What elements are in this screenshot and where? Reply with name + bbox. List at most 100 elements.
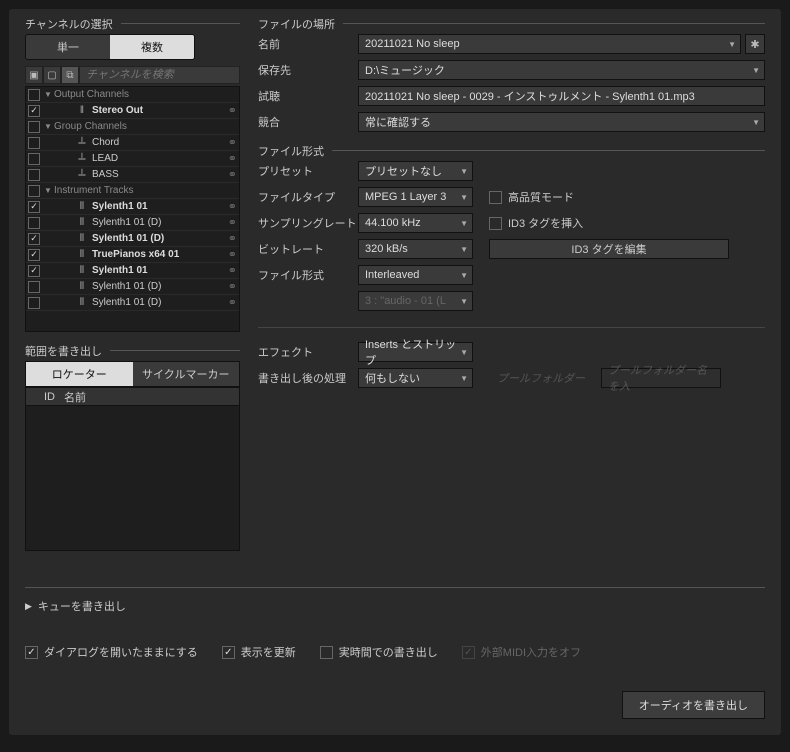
effect-dropdown[interactable]: Inserts とストリップ <box>358 342 473 362</box>
track-label: Sylenth1 01 (D) <box>92 233 226 244</box>
tree-track-row[interactable]: ⦀TruePianos x64 01⚭ <box>26 247 239 263</box>
ext-midi-label: 外部MIDI入力をオフ <box>481 644 581 660</box>
channel-link-icon[interactable]: ⚭ <box>228 136 237 149</box>
link-icon[interactable]: ⧉ <box>61 66 79 84</box>
expand-all-icon[interactable]: ▣ <box>25 66 43 84</box>
expand-icon[interactable]: ▼ <box>44 122 54 131</box>
channel-link-icon[interactable]: ⚭ <box>228 264 237 277</box>
name-dropdown[interactable]: 20211021 No sleep <box>358 34 741 54</box>
tree-track-row[interactable]: ⦀Sylenth1 01⚭ <box>26 199 239 215</box>
file-format-title: ファイル形式 <box>258 143 332 159</box>
range-export-title: 範囲を書き出し <box>25 343 110 359</box>
save-path-dropdown[interactable]: D:\ミュージック <box>358 60 765 80</box>
id3-insert-label: ID3 タグを挿入 <box>508 215 583 231</box>
track-icon: ⦀ <box>75 265 89 276</box>
tab-single[interactable]: 単一 <box>26 35 110 59</box>
track-icon: 𝍦 <box>75 166 89 183</box>
expand-icon[interactable]: ▼ <box>44 90 54 99</box>
tab-locator[interactable]: ロケーター <box>26 362 133 386</box>
queue-expand-icon[interactable]: ▶ <box>25 601 32 612</box>
track-checkbox[interactable] <box>28 233 40 245</box>
track-checkbox[interactable] <box>28 89 40 101</box>
filetype-label: ファイルタイプ <box>258 189 358 205</box>
tree-track-row[interactable]: 𝍦Chord⚭ <box>26 135 239 151</box>
tree-track-row[interactable]: ‖Stereo Out⚭ <box>26 103 239 119</box>
channel-link-icon[interactable]: ⚭ <box>228 200 237 213</box>
queue-section: ▶ キューを書き出し <box>25 587 765 614</box>
track-checkbox[interactable] <box>28 105 40 117</box>
tree-track-row[interactable]: ⦀Sylenth1 01⚭ <box>26 263 239 279</box>
audio-ext-dropdown[interactable]: 3 : "audio - 01 (L <box>358 291 473 311</box>
tree-group-row[interactable]: ▼Instrument Tracks <box>26 183 239 199</box>
track-label: Sylenth1 01 <box>92 201 226 212</box>
save-label: 保存先 <box>258 62 358 78</box>
track-icon: ⦀ <box>75 281 89 292</box>
export-audio-button[interactable]: オーディオを書き出し <box>622 691 765 719</box>
track-icon: ⦀ <box>75 201 89 212</box>
id3-insert-checkbox[interactable] <box>489 217 502 230</box>
channel-link-icon[interactable]: ⚭ <box>228 296 237 309</box>
bottom-options: ダイアログを開いたままにする 表示を更新 実時間での書き出し 外部MIDI入力を… <box>25 644 765 660</box>
update-display-checkbox[interactable] <box>222 646 235 659</box>
bitrate-dropdown[interactable]: 320 kB/s <box>358 239 473 259</box>
track-icon: ⦀ <box>75 233 89 244</box>
preview-label: 試聴 <box>258 88 358 104</box>
tree-track-row[interactable]: ⦀Sylenth1 01 (D)⚭ <box>26 279 239 295</box>
track-icon: 𝍦 <box>75 150 89 167</box>
group-label: Instrument Tracks <box>54 185 237 196</box>
channel-link-icon[interactable]: ⚭ <box>228 216 237 229</box>
channel-selection-title: チャンネルの選択 <box>25 16 121 32</box>
channel-search-input[interactable] <box>79 66 240 84</box>
filetype-dropdown[interactable]: MPEG 1 Layer 3 <box>358 187 473 207</box>
tree-group-row[interactable]: ▼Group Channels <box>26 119 239 135</box>
tree-group-row[interactable]: ▼Output Channels <box>26 87 239 103</box>
track-checkbox[interactable] <box>28 297 40 309</box>
tree-track-row[interactable]: 𝍦LEAD⚭ <box>26 151 239 167</box>
conflict-dropdown[interactable]: 常に確認する <box>358 112 765 132</box>
track-checkbox[interactable] <box>28 249 40 261</box>
track-label: Sylenth1 01 <box>92 265 226 276</box>
channel-link-icon[interactable]: ⚭ <box>228 104 237 117</box>
fileformat-dropdown[interactable]: Interleaved <box>358 265 473 285</box>
tree-track-row[interactable]: ⦀Sylenth1 01 (D)⚭ <box>26 215 239 231</box>
track-checkbox[interactable] <box>28 137 40 149</box>
track-checkbox[interactable] <box>28 265 40 277</box>
track-checkbox[interactable] <box>28 281 40 293</box>
track-checkbox[interactable] <box>28 169 40 181</box>
post-process-dropdown[interactable]: 何もしない <box>358 368 473 388</box>
channel-link-icon[interactable]: ⚭ <box>228 248 237 261</box>
channel-tree[interactable]: ▼Output Channels‖Stereo Out⚭▼Group Chann… <box>25 86 240 332</box>
track-checkbox[interactable] <box>28 185 40 197</box>
id3-edit-button[interactable]: ID3 タグを編集 <box>489 239 729 259</box>
realtime-checkbox[interactable] <box>320 646 333 659</box>
file-location-section: ファイルの場所 名前 20211021 No sleep ✱ 保存先 D:\ミュ… <box>258 23 765 132</box>
tab-cycle-marker[interactable]: サイクルマーカー <box>133 362 240 386</box>
preset-dropdown[interactable]: プリセットなし <box>358 161 473 181</box>
hq-mode-checkbox[interactable] <box>489 191 502 204</box>
track-checkbox[interactable] <box>28 217 40 229</box>
tree-track-row[interactable]: 𝍦BASS⚭ <box>26 167 239 183</box>
range-table[interactable]: ID 名前 <box>25 387 240 551</box>
tree-track-row[interactable]: ⦀Sylenth1 01 (D)⚭ <box>26 231 239 247</box>
collapse-all-icon[interactable]: ▢ <box>43 66 61 84</box>
tab-multiple[interactable]: 複数 <box>110 35 194 59</box>
channel-link-icon[interactable]: ⚭ <box>228 232 237 245</box>
expand-icon[interactable]: ▼ <box>44 186 54 195</box>
pool-folder-input[interactable]: プールフォルダー名を入 <box>601 368 721 388</box>
tree-track-row[interactable]: ⦀Sylenth1 01 (D)⚭ <box>26 295 239 311</box>
channel-link-icon[interactable]: ⚭ <box>228 168 237 181</box>
effect-label: エフェクト <box>258 344 358 360</box>
range-tabs: ロケーター サイクルマーカー <box>25 361 240 387</box>
track-checkbox[interactable] <box>28 201 40 213</box>
group-label: Group Channels <box>54 121 237 132</box>
samplerate-dropdown[interactable]: 44.100 kHz <box>358 213 473 233</box>
track-checkbox[interactable] <box>28 121 40 133</box>
keep-dialog-checkbox[interactable] <box>25 646 38 659</box>
file-location-title: ファイルの場所 <box>258 16 343 32</box>
track-label: TruePianos x64 01 <box>92 249 226 260</box>
name-settings-icon[interactable]: ✱ <box>745 34 765 54</box>
channel-link-icon[interactable]: ⚭ <box>228 152 237 165</box>
channel-link-icon[interactable]: ⚭ <box>228 280 237 293</box>
track-checkbox[interactable] <box>28 153 40 165</box>
fileformat-label: ファイル形式 <box>258 267 358 283</box>
